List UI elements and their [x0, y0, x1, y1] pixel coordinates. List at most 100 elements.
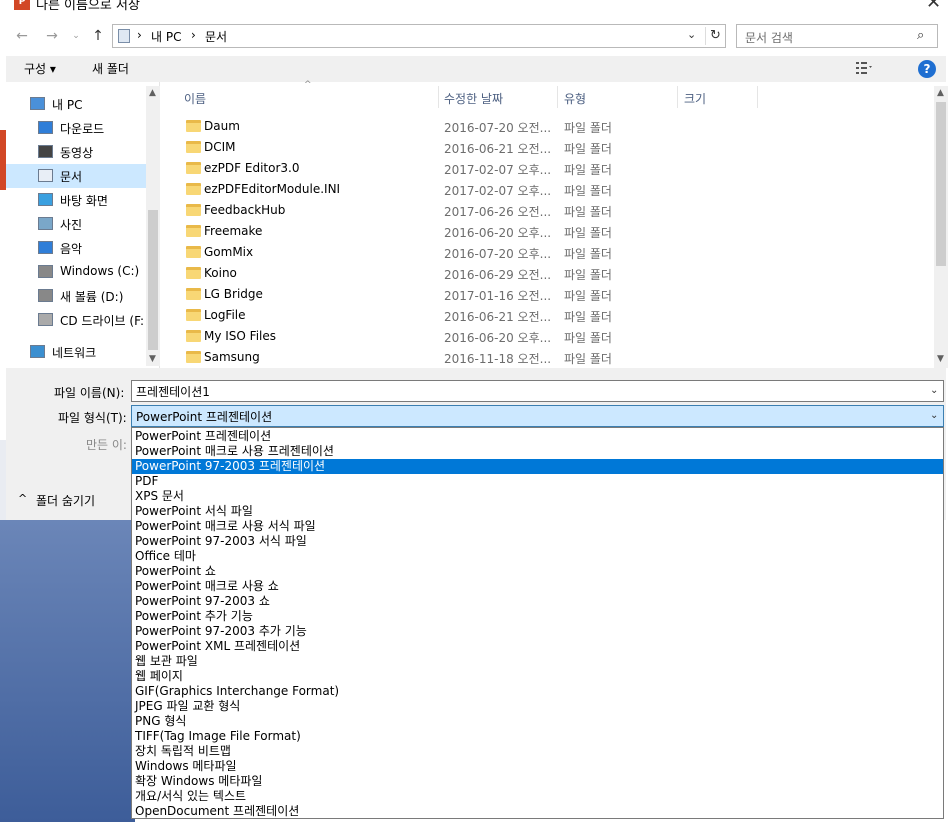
file-row[interactable]: DCIM 2016-06-21 오전... 파일 폴더: [180, 137, 930, 158]
column-divider[interactable]: [438, 86, 439, 108]
filename-input[interactable]: 프레젠테이션1 ⌄: [131, 380, 944, 402]
filetype-option[interactable]: Office 테마: [132, 549, 943, 564]
folder-icon: [186, 288, 201, 300]
file-row[interactable]: LG Bridge 2017-01-16 오전... 파일 폴더: [180, 284, 930, 305]
help-icon[interactable]: ?: [918, 60, 936, 78]
sidebar-item-label: 바탕 화면: [60, 194, 108, 208]
file-name: My ISO Files: [204, 329, 277, 343]
filetype-option[interactable]: 웹 보관 파일: [132, 654, 943, 669]
recent-locations-chevron-icon[interactable]: ⌄: [66, 26, 86, 46]
filetype-option[interactable]: JPEG 파일 교환 형식: [132, 699, 943, 714]
sidebar-item[interactable]: 동영상: [6, 140, 146, 164]
file-date: 2016-06-20 오후...: [444, 226, 552, 240]
up-arrow-icon[interactable]: ↑: [88, 26, 108, 46]
back-arrow-icon[interactable]: ←: [12, 26, 32, 46]
filetype-option[interactable]: PowerPoint 97-2003 프레젠테이션: [132, 459, 943, 474]
sidebar-item[interactable]: Windows (C:): [6, 260, 146, 284]
filetype-dropdown-icon[interactable]: ⌄: [930, 410, 938, 421]
sidebar-item-label: 다운로드: [60, 122, 105, 136]
sidebar-item[interactable]: 바탕 화면: [6, 188, 146, 212]
filetype-value: PowerPoint 프레젠테이션: [136, 410, 273, 424]
folder-icon: [186, 120, 201, 132]
navigation-scrollbar-thumb[interactable]: [148, 210, 158, 350]
column-name[interactable]: 이름: [184, 90, 206, 107]
address-dropdown-icon[interactable]: ⌄: [687, 28, 696, 41]
column-size[interactable]: 크기: [684, 90, 706, 107]
file-row[interactable]: Koino 2016-06-29 오전... 파일 폴더: [180, 263, 930, 284]
sidebar-item[interactable]: 새 볼륨 (D:): [6, 284, 146, 308]
column-type[interactable]: 유형: [564, 90, 586, 107]
column-date[interactable]: 수정한 날짜: [444, 90, 503, 107]
organize-button[interactable]: 구성 ▾: [24, 60, 56, 77]
file-date: 2016-06-20 오후...: [444, 331, 552, 345]
drive-icon: [38, 265, 53, 278]
column-divider[interactable]: [557, 86, 558, 108]
filetype-option[interactable]: PowerPoint 매크로 사용 쇼: [132, 579, 943, 594]
filetype-option[interactable]: PowerPoint 97-2003 서식 파일: [132, 534, 943, 549]
column-divider[interactable]: [757, 86, 758, 108]
sidebar-item-label: 새 볼륨 (D:): [60, 290, 124, 304]
file-row[interactable]: My ISO Files 2016-06-20 오후... 파일 폴더: [180, 326, 930, 347]
search-icon[interactable]: ⌕: [917, 28, 924, 43]
filetype-option[interactable]: Windows 메타파일: [132, 759, 943, 774]
filetype-option[interactable]: XPS 문서: [132, 489, 943, 504]
file-row[interactable]: Freemake 2016-06-20 오후... 파일 폴더: [180, 221, 930, 242]
scroll-up-arrow-icon[interactable]: ▲: [149, 88, 156, 98]
filetype-option[interactable]: 장치 독립적 비트맵: [132, 744, 943, 759]
search-box[interactable]: 문서 검색 ⌕: [736, 24, 938, 48]
filetype-option[interactable]: PowerPoint 서식 파일: [132, 504, 943, 519]
file-row[interactable]: Samsung 2016-11-18 오전... 파일 폴더: [180, 347, 930, 368]
view-options-icon[interactable]: [856, 62, 872, 74]
filetype-option[interactable]: PowerPoint 추가 기능: [132, 609, 943, 624]
breadcrumb-root[interactable]: 내 PC: [151, 28, 181, 45]
sidebar-item[interactable]: 사진: [6, 212, 146, 236]
filetype-option[interactable]: PowerPoint 프레젠테이션: [132, 429, 943, 444]
filetype-option[interactable]: TIFF(Tag Image File Format): [132, 729, 943, 744]
forward-arrow-icon[interactable]: →: [42, 26, 62, 46]
sidebar-item[interactable]: CD 드라이브 (F:: [6, 308, 146, 332]
file-list-scrollbar-thumb[interactable]: [936, 102, 946, 266]
filetype-option[interactable]: PowerPoint XML 프레젠테이션: [132, 639, 943, 654]
close-icon[interactable]: ✕: [926, 0, 941, 13]
address-bar[interactable]: › 내 PC › 문서 ⌄ ↻: [112, 24, 726, 48]
sidebar-item-label: Windows (C:): [60, 264, 140, 278]
sidebar-item[interactable]: 음악: [6, 236, 146, 260]
sidebar-item[interactable]: 문서: [6, 164, 146, 188]
file-row[interactable]: GomMix 2016-07-20 오후... 파일 폴더: [180, 242, 930, 263]
filetype-option[interactable]: PowerPoint 매크로 사용 프레젠테이션: [132, 444, 943, 459]
file-name: LogFile: [204, 308, 246, 322]
file-row[interactable]: ezPDFEditorModule.INI 2017-02-07 오후... 파일 …: [180, 179, 930, 200]
filetype-option[interactable]: PDF: [132, 474, 943, 489]
filetype-option[interactable]: PowerPoint 쇼: [132, 564, 943, 579]
filetype-option[interactable]: PNG 형식: [132, 714, 943, 729]
file-row[interactable]: Daum 2016-07-20 오전... 파일 폴더: [180, 116, 930, 137]
filetype-option[interactable]: PowerPoint 97-2003 추가 기능: [132, 624, 943, 639]
file-row[interactable]: FeedbackHub 2017-06-26 오전... 파일 폴더: [180, 200, 930, 221]
filetype-option[interactable]: 개요/서식 있는 텍스트: [132, 789, 943, 804]
filetype-select[interactable]: PowerPoint 프레젠테이션 ⌄: [131, 405, 944, 427]
hide-folders-button[interactable]: 폴더 숨기기: [36, 492, 95, 509]
filename-dropdown-icon[interactable]: ⌄: [930, 385, 938, 396]
filetype-option[interactable]: PowerPoint 97-2003 쇼: [132, 594, 943, 609]
sidebar-item[interactable]: 네트워크: [6, 340, 146, 364]
filetype-option[interactable]: GIF(Graphics Interchange Format): [132, 684, 943, 699]
sidebar-item[interactable]: 내 PC: [6, 92, 146, 116]
sidebar-item[interactable]: 다운로드: [6, 116, 146, 140]
filename-value: 프레젠테이션1: [136, 385, 210, 399]
filetype-option[interactable]: 확장 Windows 메타파일: [132, 774, 943, 789]
breadcrumb-current[interactable]: 문서: [205, 28, 227, 45]
file-type: 파일 폴더: [564, 352, 612, 366]
scroll-up-arrow-icon[interactable]: ▲: [937, 88, 944, 98]
column-divider[interactable]: [677, 86, 678, 108]
chevron-up-icon[interactable]: ^: [18, 492, 27, 505]
filetype-option[interactable]: PowerPoint 매크로 사용 서식 파일: [132, 519, 943, 534]
refresh-icon[interactable]: ↻: [705, 27, 725, 45]
filetype-option[interactable]: 웹 페이지: [132, 669, 943, 684]
file-date: 2017-06-26 오전...: [444, 205, 552, 219]
scroll-down-arrow-icon[interactable]: ▼: [937, 354, 944, 364]
file-row[interactable]: LogFile 2016-06-21 오전... 파일 폴더: [180, 305, 930, 326]
scroll-down-arrow-icon[interactable]: ▼: [149, 354, 156, 364]
file-row[interactable]: ezPDF Editor3.0 2017-02-07 오후... 파일 폴더: [180, 158, 930, 179]
new-folder-button[interactable]: 새 폴더: [92, 60, 129, 77]
filetype-option[interactable]: OpenDocument 프레젠테이션: [132, 804, 943, 819]
